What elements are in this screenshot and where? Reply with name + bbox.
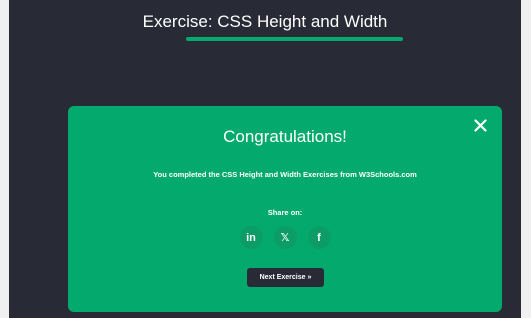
congratulations-modal: Congratulations! You completed the CSS H… [68,106,502,312]
share-buttons: in 𝕏 f [68,226,502,249]
modal-heading: Congratulations! [223,127,347,146]
completion-message: You completed the CSS Height and Width E… [153,170,417,179]
linkedin-icon: in [246,231,256,244]
share-facebook-button[interactable]: f [307,226,331,249]
share-x-button[interactable]: 𝕏 [273,226,297,249]
exercise-title: Exercise: CSS Height and Width [142,12,388,31]
share-label: Share on: [267,208,303,217]
facebook-icon: f [317,231,321,244]
share-linkedin-button[interactable]: in [239,226,263,249]
next-exercise-button[interactable]: Next Exercise » [247,268,324,287]
title-underline [186,37,403,41]
x-icon: 𝕏 [280,232,290,244]
